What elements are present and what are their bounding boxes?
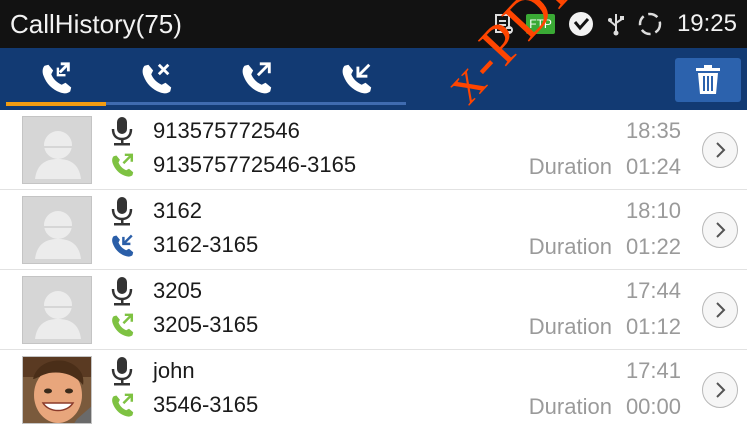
duration-label: Duration: [528, 234, 612, 259]
microphone-icon: [111, 277, 133, 306]
chevron-right-icon: [716, 382, 726, 398]
call-details-button[interactable]: [702, 292, 738, 328]
call-time: 18:35: [625, 118, 681, 143]
chevron-right-icon: [716, 222, 726, 238]
notification-icon: [567, 10, 595, 38]
call-history-list: 913575772546 913575772546-3165 18:35 Dur…: [0, 110, 747, 424]
call-time: 18:10: [625, 198, 681, 223]
contact-avatar: [22, 356, 92, 424]
outgoing-call-icon: [112, 393, 134, 417]
caller-name: 913575772546: [153, 118, 300, 143]
call-duration: Duration 01:12: [529, 314, 681, 340]
duration-value: 00:00: [625, 394, 681, 419]
all-calls-icon: [42, 62, 72, 94]
outgoing-call-icon: [242, 62, 272, 94]
active-tab-indicator: [6, 102, 106, 106]
caller-name: 3162: [153, 198, 202, 223]
status-bar: CallHistory(75) FTP 19:25: [0, 0, 747, 48]
outgoing-call-icon: [112, 313, 134, 337]
tab-outgoing-calls[interactable]: [206, 48, 306, 110]
caller-name: john: [153, 358, 195, 383]
call-history-item[interactable]: 3205 3205-3165 17:44 Duration 01:12: [0, 270, 747, 350]
trash-icon: [696, 65, 720, 94]
call-details-button[interactable]: [702, 132, 738, 168]
default-avatar-icon: [23, 117, 91, 183]
call-number: 3205-3165: [153, 312, 259, 337]
missed-call-icon: [142, 63, 172, 94]
duration-value: 01:22: [625, 234, 681, 259]
default-avatar-icon: [23, 197, 91, 263]
ftp-badge: FTP: [526, 14, 555, 34]
microphone-icon: [111, 117, 133, 146]
sync-icon: [637, 11, 663, 37]
chevron-right-icon: [716, 302, 726, 318]
app-title: CallHistory(75): [10, 8, 182, 39]
delete-history-button[interactable]: [675, 58, 741, 102]
caller-name: 3205: [153, 278, 202, 303]
call-time: 17:44: [625, 278, 681, 303]
incoming-call-icon: [342, 63, 372, 94]
call-history-item[interactable]: 3162 3162-3165 18:10 Duration 01:22: [0, 190, 747, 270]
contact-photo: [23, 357, 91, 423]
duration-value: 01:12: [625, 314, 681, 339]
microphone-icon: [111, 357, 133, 386]
usb-icon: [607, 12, 625, 36]
call-history-item[interactable]: 913575772546 913575772546-3165 18:35 Dur…: [0, 110, 747, 190]
call-number: 913575772546-3165: [153, 152, 357, 177]
call-duration: Duration 01:24: [529, 154, 681, 180]
tab-missed-calls[interactable]: [106, 48, 206, 110]
duration-label: Duration: [528, 314, 612, 339]
contact-avatar: [22, 276, 92, 344]
chevron-right-icon: [716, 142, 726, 158]
microphone-icon: [111, 197, 133, 226]
call-duration: Duration 01:22: [529, 234, 681, 260]
call-details-button[interactable]: [702, 372, 738, 408]
call-filter-toolbar: [0, 48, 747, 110]
sim-card-icon: [494, 13, 514, 35]
outgoing-call-icon: [112, 153, 134, 177]
call-time: 17:41: [625, 358, 681, 383]
clock: 19:25: [676, 10, 737, 37]
tab-all-calls[interactable]: [6, 48, 106, 110]
contact-avatar: [22, 196, 92, 264]
call-duration: Duration 00:00: [529, 394, 681, 420]
call-number: 3546-3165: [153, 392, 259, 417]
call-history-item[interactable]: john 3546-3165 17:41 Duration 00:00: [0, 350, 747, 424]
call-number: 3162-3165: [153, 232, 259, 257]
duration-value: 01:24: [625, 154, 681, 179]
contact-avatar: [22, 116, 92, 184]
call-details-button[interactable]: [702, 212, 738, 248]
tab-incoming-calls[interactable]: [306, 48, 406, 110]
default-avatar-icon: [23, 277, 91, 343]
duration-label: Duration: [528, 394, 612, 419]
status-icons: FTP 19:25: [494, 10, 737, 38]
incoming-call-icon: [112, 234, 134, 257]
duration-label: Duration: [528, 154, 612, 179]
